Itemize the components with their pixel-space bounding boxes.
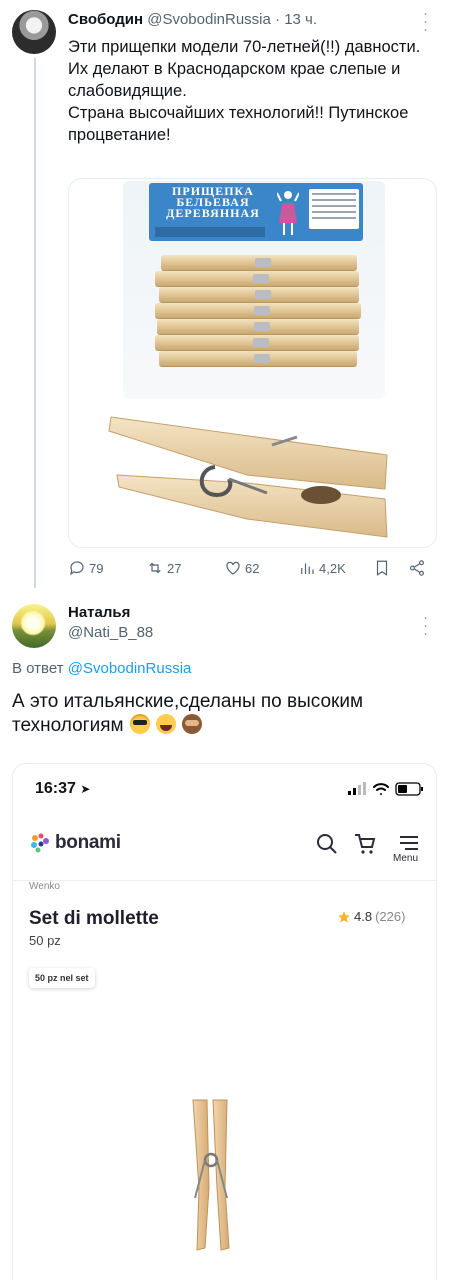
reply-author-handle[interactable]: @Nati_B_88	[68, 624, 153, 641]
clothespin	[159, 287, 359, 302]
views-count: 4,2K	[319, 560, 346, 576]
cart-icon[interactable]	[353, 832, 377, 856]
tweet-photo[interactable]: ПРИЩЕПКА БЕЛЬЕВАЯ ДЕРЕВЯННАЯ	[68, 178, 437, 548]
like-button[interactable]: 62	[224, 559, 259, 577]
product-vendor[interactable]: Wenko	[29, 881, 60, 892]
share-icon	[410, 560, 424, 576]
clothespin	[155, 271, 359, 286]
rating-count: (226)	[375, 909, 406, 924]
package-fine-print	[309, 189, 359, 229]
clothespin	[157, 319, 359, 334]
reply-icon	[70, 561, 84, 576]
set-size-chip: 50 pz nel set	[29, 968, 95, 988]
bookmark-icon	[376, 560, 388, 576]
header-divider	[13, 880, 436, 881]
more-options-icon[interactable]: · · ·	[423, 6, 428, 37]
figure-graphic-icon	[277, 191, 299, 235]
sunglasses-emoji-icon	[129, 714, 150, 734]
share-button[interactable]	[408, 559, 426, 577]
tweet-action-bar: 79 27 62 4,2K	[68, 559, 434, 579]
views-button[interactable]: 4,2K	[298, 559, 346, 577]
status-bar-time: 16:37 ➤	[35, 780, 90, 798]
star-icon	[338, 910, 350, 923]
reply-button[interactable]: 79	[68, 559, 103, 577]
thread-line	[34, 58, 36, 588]
product-rating[interactable]: 4.8 (226)	[337, 909, 405, 924]
status-time-text: 16:37	[35, 780, 76, 797]
bonami-logo-icon	[31, 833, 49, 853]
reply-author-avatar[interactable]	[12, 604, 56, 648]
clothespin	[161, 255, 357, 270]
reply-more-options-icon[interactable]: · · ·	[423, 610, 428, 641]
package-label-text: ПРИЩЕПКА БЕЛЬЕВАЯ ДЕРЕВЯННАЯ	[166, 184, 260, 220]
replying-to-prefix: В ответ	[12, 660, 64, 677]
brand-name: bonami	[55, 832, 121, 853]
clothespin	[155, 335, 359, 350]
product-clothespin-image[interactable]	[189, 1098, 239, 1258]
heart-icon	[226, 561, 240, 575]
clothespin	[159, 351, 357, 366]
wifi-icon	[373, 783, 389, 795]
reply-author-name[interactable]: Наталья	[68, 604, 130, 621]
author-avatar[interactable]	[12, 10, 56, 54]
package-strip	[155, 227, 265, 237]
menu-label[interactable]: Menu	[393, 853, 418, 864]
tweet-header: Свободин @SvobodinRussia · 13 ч.	[68, 11, 317, 28]
product-quantity: 50 pz	[29, 933, 61, 948]
search-icon[interactable]	[315, 832, 339, 856]
tweet-text-line: Их делают в Краснодарском крае слепые и …	[68, 60, 401, 100]
tweet-text-line: Эти прищепки модели 70-летней(!!) давнос…	[68, 38, 421, 56]
embedded-phone-screenshot[interactable]: 16:37 ➤ bonami Menu Wenko Set di mollett…	[12, 763, 437, 1280]
status-bar-icons	[348, 782, 423, 796]
bonami-logo[interactable]: bonami	[29, 832, 121, 854]
views-chart-icon	[301, 563, 314, 574]
battery-icon	[395, 782, 423, 796]
package-label: ПРИЩЕПКА БЕЛЬЕВАЯ ДЕРЕВЯННАЯ	[149, 183, 363, 241]
reply-count: 79	[89, 560, 104, 576]
author-name[interactable]: Свободин	[68, 11, 143, 28]
clothespins-bundle	[155, 251, 365, 391]
clothespin-closeup-image	[108, 416, 388, 538]
location-arrow-icon: ➤	[80, 782, 91, 796]
see-no-evil-monkey-emoji-icon	[182, 714, 203, 734]
clothespin	[155, 303, 361, 318]
repost-button[interactable]: 27	[146, 559, 181, 577]
tweet-text: Эти прищепки модели 70-летней(!!) давнос…	[68, 36, 443, 146]
product-title: Set di mollette	[29, 908, 159, 929]
tweet-text-line: Страна высочайших технологий!! Путинское…	[68, 104, 409, 144]
reply-text: А это итальянские,сделаны по высоким тех…	[12, 690, 442, 738]
cellular-signal-icon	[348, 782, 366, 795]
author-handle-time[interactable]: @SvobodinRussia · 13 ч.	[147, 11, 317, 28]
bookmark-button[interactable]	[373, 559, 391, 577]
like-count: 62	[245, 560, 260, 576]
repost-count: 27	[167, 560, 182, 576]
rating-value: 4.8	[354, 909, 373, 924]
clothespin-package-image: ПРИЩЕПКА БЕЛЬЕВАЯ ДЕРЕВЯННАЯ	[123, 181, 385, 399]
replying-to-link[interactable]: @SvobodinRussia	[68, 660, 192, 677]
repost-icon	[149, 562, 161, 574]
replying-to: В ответ @SvobodinRussia	[12, 660, 191, 677]
laughing-emoji-icon	[156, 714, 177, 734]
